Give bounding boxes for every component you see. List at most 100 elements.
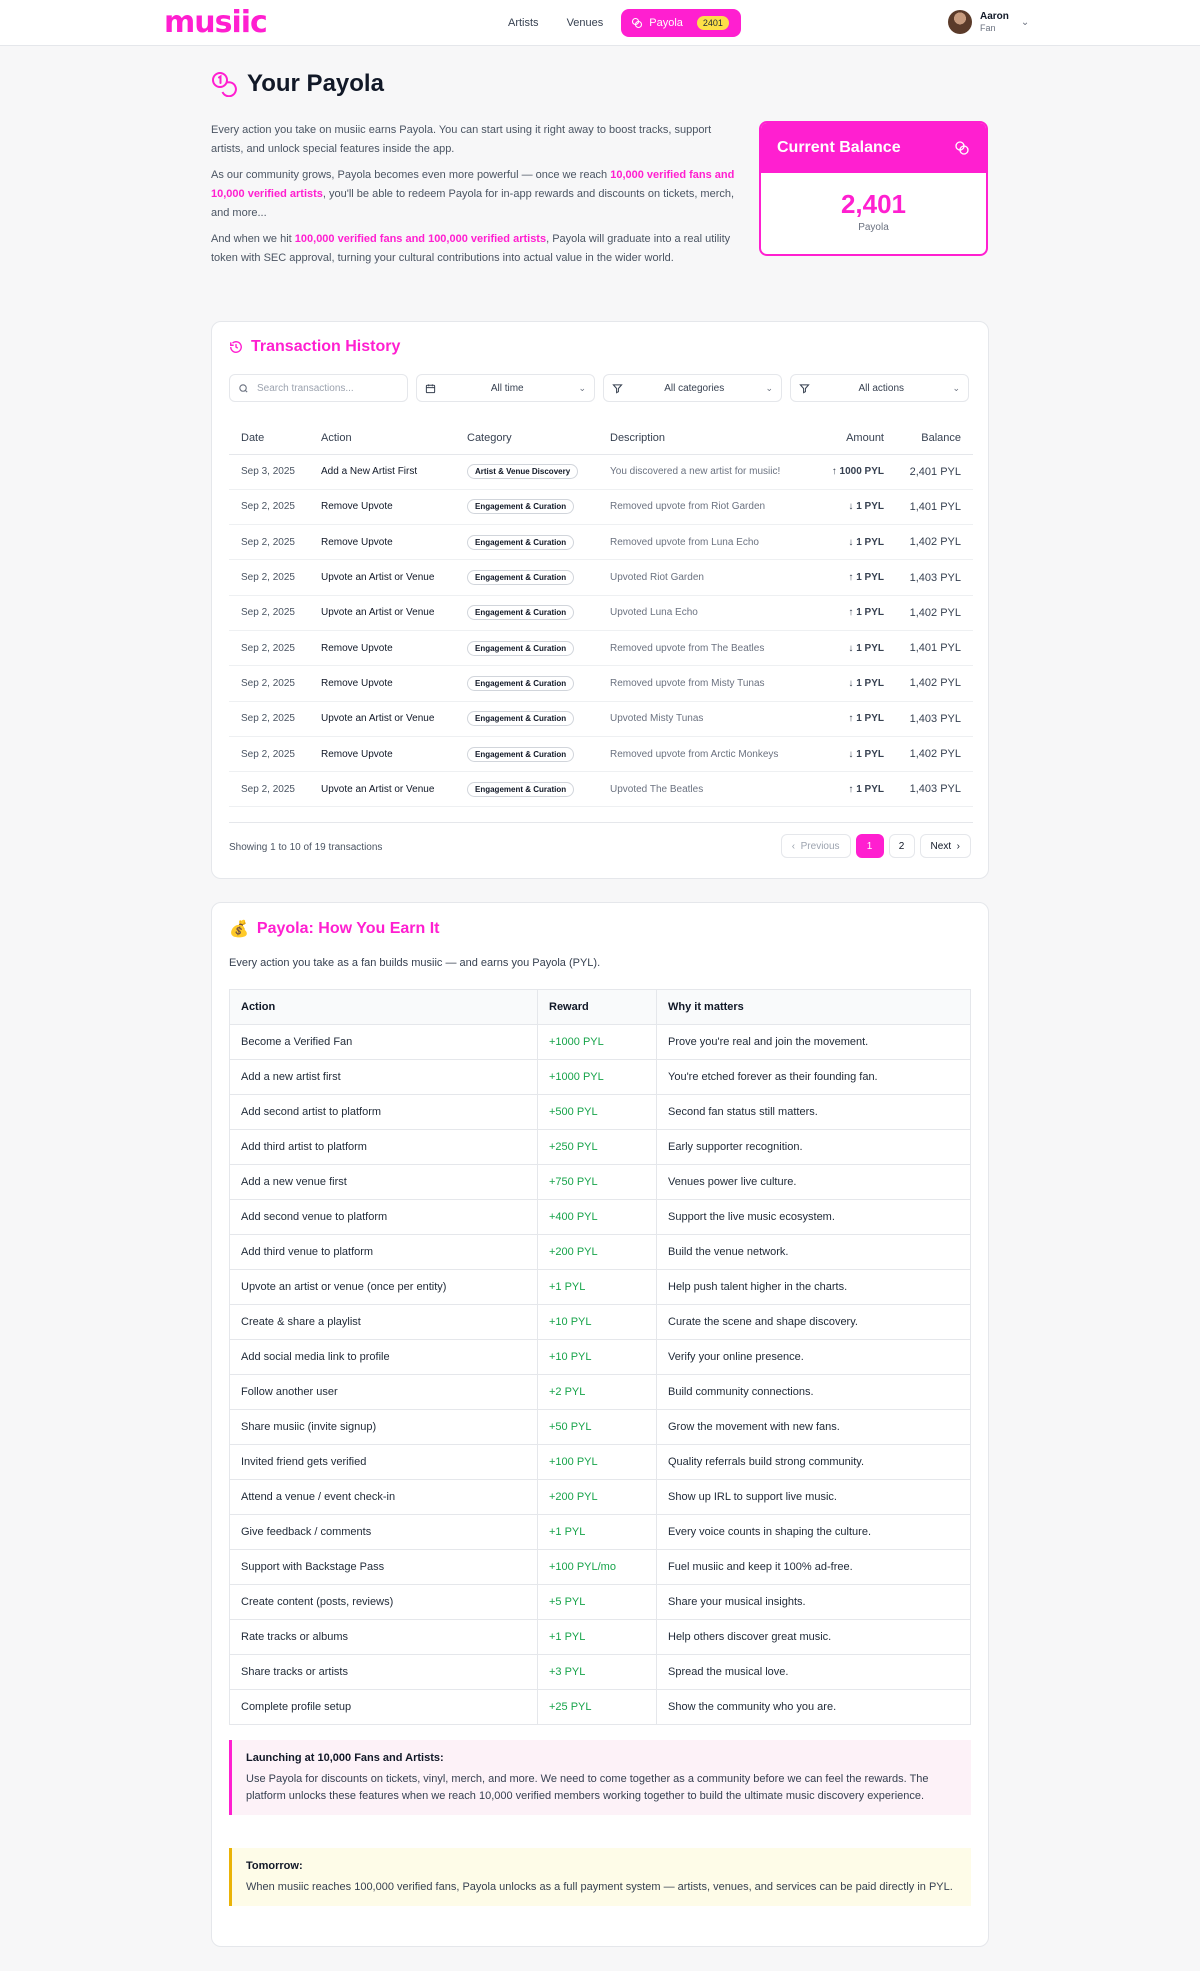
earn-reward: +10 PYL bbox=[537, 1339, 657, 1375]
category-badge: Artist & Venue Discovery bbox=[467, 464, 579, 480]
column-header-balance: Balance bbox=[896, 422, 973, 455]
transactions-table: Date Action Category Description Amount … bbox=[229, 422, 973, 808]
earn-action: Upvote an artist or venue (once per enti… bbox=[229, 1269, 538, 1305]
earn-why: Quality referrals build strong community… bbox=[656, 1444, 971, 1480]
transaction-category-cell: Engagement & Curation bbox=[455, 701, 598, 737]
transaction-description: Removed upvote from Luna Echo bbox=[598, 524, 804, 561]
top-navigation-bar: musiic Artists Venues Payola 2401 Aaron … bbox=[0, 0, 1200, 46]
intro-paragraph-2: As our community grows, Payola becomes e… bbox=[211, 169, 735, 219]
table-header-row: Date Action Category Description Amount … bbox=[229, 422, 973, 455]
transaction-amount: ↓ 1 PYL bbox=[804, 736, 896, 773]
column-header-reward: Reward bbox=[537, 989, 657, 1025]
time-filter-select[interactable]: All time ⌄ bbox=[416, 374, 595, 402]
next-page-button[interactable]: Next › bbox=[919, 834, 971, 858]
action-filter-select[interactable]: All actions ⌄ bbox=[790, 374, 969, 402]
nav-artists-link[interactable]: Artists bbox=[498, 11, 549, 35]
earn-action: Add social media link to profile bbox=[229, 1339, 538, 1375]
transaction-description: Upvoted Luna Echo bbox=[598, 595, 804, 631]
category-filter-select[interactable]: All categories ⌄ bbox=[603, 374, 782, 402]
arrow-up-icon: ↑ bbox=[831, 466, 840, 478]
transaction-action: Remove Upvote bbox=[309, 736, 455, 773]
musiic-logo[interactable]: musiic bbox=[164, 6, 268, 40]
transaction-amount-value: 1000 PYL bbox=[839, 466, 884, 478]
table-row: Add a new artist first +1000 PYL You're et… bbox=[229, 1059, 971, 1095]
filter-icon bbox=[612, 383, 623, 393]
table-row: Upvote an artist or venue (once per enti… bbox=[229, 1269, 971, 1305]
earn-action: Invited friend gets verified bbox=[229, 1444, 538, 1480]
search-input[interactable]: Search transactions... bbox=[257, 383, 354, 394]
balance-value: 2,401 bbox=[840, 189, 907, 219]
launch-note-title: Launching at 10,000 Fans and Artists: bbox=[246, 1752, 444, 1764]
transaction-history-title: Transaction History bbox=[251, 338, 401, 355]
earn-reward: +200 PYL bbox=[537, 1234, 657, 1270]
earn-why: Verify your online presence. bbox=[656, 1339, 971, 1375]
transaction-amount-value: 1 PYL bbox=[856, 501, 884, 513]
column-header-date: Date bbox=[229, 422, 309, 455]
page-1-button[interactable]: 1 bbox=[855, 834, 884, 858]
transaction-action: Remove Upvote bbox=[309, 489, 455, 526]
transaction-action: Remove Upvote bbox=[309, 630, 455, 667]
transaction-amount: ↑ 1 PYL bbox=[804, 559, 896, 596]
earn-action: Complete profile setup bbox=[229, 1689, 538, 1725]
transaction-date: Sep 2, 2025 bbox=[229, 630, 309, 667]
main-nav: Artists Venues Payola 2401 bbox=[498, 9, 742, 37]
chevron-down-icon: ⌄ bbox=[952, 382, 960, 393]
transaction-action: Upvote an Artist or Venue bbox=[309, 771, 455, 808]
intro-paragraph-3: And when we hit 100,000 verified fans an… bbox=[211, 233, 731, 264]
transaction-filters: Search transactions... All time ⌄ All ca… bbox=[229, 374, 969, 402]
earn-why: Spread the musical love. bbox=[656, 1654, 971, 1690]
table-row: Sep 2, 2025 Remove Upvote Engagement & Cur… bbox=[229, 736, 973, 773]
transaction-amount-value: 1 PYL bbox=[856, 677, 884, 689]
transaction-balance: 1,403 PYL bbox=[896, 559, 973, 596]
category-badge: Engagement & Curation bbox=[467, 711, 575, 727]
money-bag-icon: 💰 bbox=[229, 921, 249, 938]
earn-reward: +1 PYL bbox=[537, 1619, 657, 1655]
earn-reward: +750 PYL bbox=[537, 1164, 657, 1200]
earn-reward: +400 PYL bbox=[537, 1199, 657, 1235]
earn-why: Build the venue network. bbox=[656, 1234, 971, 1270]
table-row: Share tracks or artists +3 PYL Spread the … bbox=[229, 1654, 971, 1690]
earn-reward: +250 PYL bbox=[537, 1129, 657, 1165]
page-2-button[interactable]: 2 bbox=[888, 834, 915, 858]
table-row: Sep 2, 2025 Remove Upvote Engagement & Cur… bbox=[229, 630, 973, 667]
earn-rewards-table-body: Become a Verified Fan +1000 PYL Prove you'… bbox=[229, 1024, 971, 1725]
earn-action: Become a Verified Fan bbox=[229, 1024, 538, 1060]
transaction-amount-value: 1 PYL bbox=[856, 748, 884, 760]
table-row: Give feedback / comments +1 PYL Every voic… bbox=[229, 1514, 971, 1550]
transaction-date: Sep 2, 2025 bbox=[229, 771, 309, 808]
transaction-amount-value: 1 PYL bbox=[856, 607, 884, 619]
nav-venues-link[interactable]: Venues bbox=[557, 11, 614, 35]
highlight-100k: 100,000 verified fans and 100,000 verifi… bbox=[294, 233, 547, 245]
earn-action: Add third artist to platform bbox=[229, 1129, 538, 1165]
earn-action: Share musiic (invite signup) bbox=[229, 1409, 538, 1445]
earn-action: Create content (posts, reviews) bbox=[229, 1584, 538, 1620]
payola-balance-badge: 2401 bbox=[696, 16, 729, 30]
coins-icon bbox=[632, 17, 643, 29]
earn-why: Venues power live culture. bbox=[656, 1164, 971, 1200]
transaction-description: Upvoted Misty Tunas bbox=[598, 701, 804, 737]
earn-action: Follow another user bbox=[229, 1374, 538, 1410]
transaction-amount: ↓ 1 PYL bbox=[804, 489, 896, 526]
table-row: Sep 2, 2025 Upvote an Artist or Venue Enga… bbox=[229, 771, 973, 808]
table-row: Sep 3, 2025 Add a New Artist First Artist … bbox=[229, 454, 973, 490]
transaction-description: Removed upvote from The Beatles bbox=[598, 630, 804, 667]
filter-icon bbox=[799, 383, 810, 393]
transaction-category-cell: Artist & Venue Discovery bbox=[455, 454, 598, 490]
earn-action: Add second artist to platform bbox=[229, 1094, 538, 1130]
category-badge: Engagement & Curation bbox=[467, 675, 575, 691]
transaction-amount: ↑ 1 PYL bbox=[804, 595, 896, 631]
user-menu[interactable]: Aaron Fan ⌄ bbox=[948, 10, 1029, 34]
previous-page-button[interactable]: ‹ Previous bbox=[780, 834, 851, 858]
table-row: Complete profile setup +25 PYL Show the co… bbox=[229, 1689, 971, 1725]
table-header-row: Action Reward Why it matters bbox=[229, 989, 971, 1025]
balance-title: Current Balance bbox=[777, 139, 901, 156]
search-transactions[interactable]: Search transactions... bbox=[229, 374, 408, 402]
transaction-action: Remove Upvote bbox=[309, 524, 455, 561]
table-row: Add a new venue first +750 PYL Venues powe… bbox=[229, 1164, 971, 1200]
table-row: Invited friend gets verified +100 PYL Qual… bbox=[229, 1444, 971, 1480]
column-header-action: Action bbox=[229, 989, 538, 1025]
avatar bbox=[948, 10, 972, 34]
earn-reward: +500 PYL bbox=[537, 1094, 657, 1130]
nav-payola-button[interactable]: Payola 2401 bbox=[621, 9, 742, 37]
divider bbox=[229, 822, 973, 823]
